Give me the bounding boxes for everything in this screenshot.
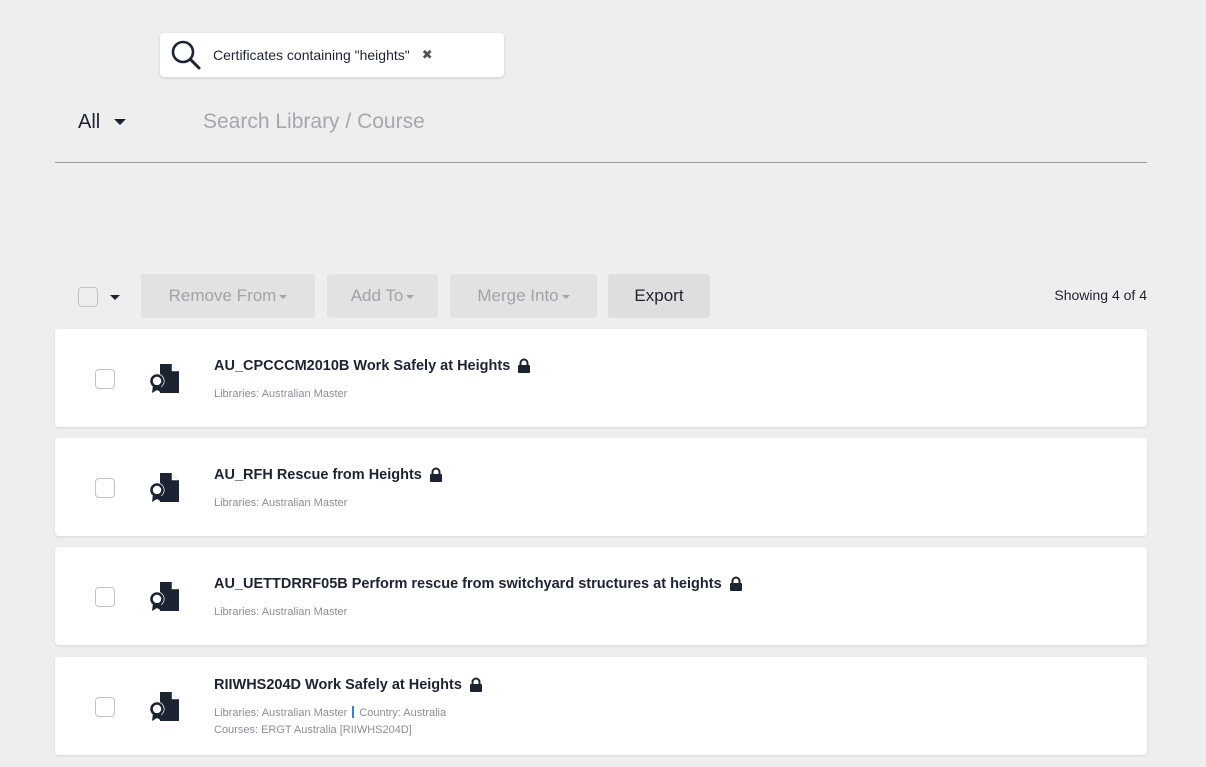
close-icon[interactable]: ✖ (422, 47, 433, 63)
result-title[interactable]: AU_RFH Rescue from Heights (214, 467, 444, 483)
certificate-icon (148, 362, 180, 394)
result-libraries-country: Libraries: Australian Master Country: Aus… (214, 706, 446, 719)
select-all-checkbox[interactable] (78, 287, 98, 307)
add-to-label: Add To (350, 286, 404, 305)
lock-icon (428, 467, 444, 483)
certificate-icon (148, 690, 180, 722)
lock-icon (728, 576, 744, 592)
chevron-down-icon (114, 119, 127, 125)
select-all-dropdown[interactable] (78, 287, 120, 307)
remove-from-button[interactable]: Remove From (141, 274, 315, 318)
search-divider (55, 162, 1147, 163)
row-checkbox[interactable] (95, 478, 115, 498)
chevron-down-icon[interactable] (110, 294, 120, 300)
export-label: Export (634, 286, 684, 305)
result-country: Country: Australia (359, 707, 447, 719)
certificate-icon (148, 580, 180, 612)
result-title-text: AU_RFH Rescue from Heights (214, 467, 422, 483)
result-title[interactable]: AU_UETTDRRF05B Perform rescue from switc… (214, 576, 744, 592)
add-to-button[interactable]: Add To (327, 274, 438, 318)
result-title[interactable]: RIIWHS204D Work Safely at Heights (214, 677, 484, 693)
results-count: Showing 4 of 4 (1054, 287, 1147, 303)
merge-into-label: Merge Into (477, 286, 559, 305)
result-card[interactable]: AU_UETTDRRF05B Perform rescue from switc… (55, 547, 1147, 645)
result-title-text: AU_UETTDRRF05B Perform rescue from switc… (214, 576, 722, 592)
meta-separator (352, 706, 355, 718)
search-icon (170, 39, 202, 71)
row-checkbox[interactable] (95, 369, 115, 389)
category-filter-value: All (78, 110, 101, 133)
result-libraries: Libraries: Australian Master (214, 707, 348, 719)
export-button[interactable]: Export (608, 274, 710, 318)
row-checkbox[interactable] (95, 587, 115, 607)
chevron-down-icon (279, 295, 288, 299)
lock-icon (516, 358, 532, 374)
remove-from-label: Remove From (168, 286, 277, 305)
search-filter-chip: Certificates containing "heights" ✖ (160, 33, 504, 77)
result-courses: Courses: ERGT Australia [RIIWHS204D] (214, 724, 412, 736)
result-card[interactable]: AU_RFH Rescue from Heights Libraries: Au… (55, 438, 1147, 536)
search-chip-text: Certificates containing "heights" (213, 47, 410, 63)
result-card[interactable]: AU_CPCCCM2010B Work Safely at Heights Li… (55, 329, 1147, 427)
certificate-icon (148, 471, 180, 503)
chevron-down-icon (406, 295, 415, 299)
search-input[interactable] (203, 106, 1103, 138)
category-filter-dropdown[interactable]: All (78, 109, 127, 135)
result-title-text: RIIWHS204D Work Safely at Heights (214, 677, 462, 693)
result-libraries: Libraries: Australian Master (214, 497, 348, 509)
result-title-text: AU_CPCCCM2010B Work Safely at Heights (214, 358, 511, 374)
chevron-down-icon (561, 295, 570, 299)
merge-into-button[interactable]: Merge Into (450, 274, 597, 318)
row-checkbox[interactable] (95, 697, 115, 717)
result-card[interactable]: RIIWHS204D Work Safely at Heights Librar… (55, 657, 1147, 755)
result-title[interactable]: AU_CPCCCM2010B Work Safely at Heights (214, 358, 532, 374)
result-libraries: Libraries: Australian Master (214, 606, 348, 618)
result-libraries: Libraries: Australian Master (214, 388, 348, 400)
lock-icon (468, 677, 484, 693)
